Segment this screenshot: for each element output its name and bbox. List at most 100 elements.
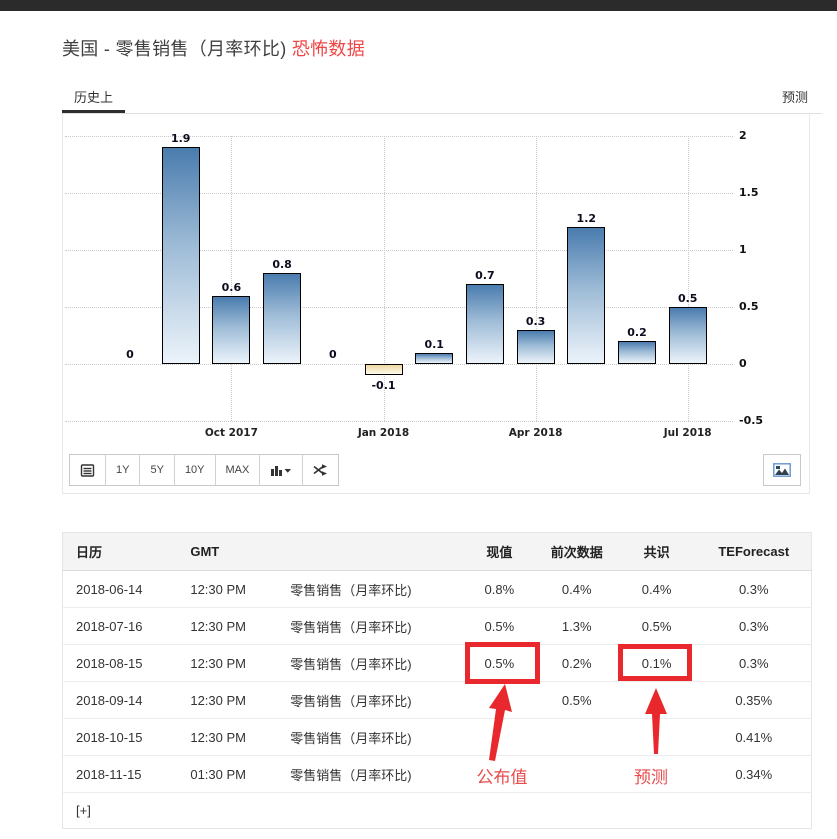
cell-teforecast: 0.3% — [697, 645, 812, 682]
cell-date: 2018-11-15 — [63, 756, 178, 793]
cell-date: 2018-08-15 — [63, 645, 178, 682]
bar — [618, 341, 656, 364]
y-axis-tick-label: 1.5 — [739, 186, 759, 199]
shuffle-icon — [313, 463, 328, 477]
cell-actual: 0.5% — [462, 608, 537, 645]
bar — [162, 147, 200, 364]
cell-previous: 0.2% — [537, 645, 617, 682]
bar-value-label: 0 — [308, 348, 358, 361]
range-button-1y[interactable]: 1Y — [106, 455, 140, 485]
cell-consensus — [617, 682, 697, 719]
header-col-teforecast: TEForecast — [697, 533, 812, 571]
x-gridline — [688, 136, 689, 421]
cell-previous: 0.5% — [537, 682, 617, 719]
range-button-5y[interactable]: 5Y — [140, 455, 174, 485]
bar-value-label: 1.9 — [156, 132, 206, 145]
table-row: 2018-10-1512:30 PM零售销售（月率环比)0.41% — [63, 719, 812, 756]
chart-toolbar: 1Y 5Y 10Y MAX — [69, 454, 339, 486]
chart-type-button[interactable] — [260, 455, 303, 485]
compare-button[interactable] — [303, 455, 338, 485]
header-col-actual: 现值 — [462, 533, 537, 571]
bar-value-label: 0.7 — [460, 269, 510, 282]
bar-value-label: 0.8 — [257, 258, 307, 271]
cell-event: 零售销售（月率环比) — [277, 719, 462, 756]
tab-bar: 历史上 预测 — [62, 81, 822, 114]
bar — [365, 364, 403, 375]
bar-value-label: 0 — [105, 348, 155, 361]
table-row: 2018-09-1412:30 PM零售销售（月率环比)0.5%0.35% — [63, 682, 812, 719]
header-col-consensus: 共识 — [617, 533, 697, 571]
cell-previous — [537, 719, 617, 756]
calendar-table-section: 日历GMT现值前次数据共识TEForecast 2018-06-1412:30 … — [62, 532, 812, 829]
cell-date: 2018-06-14 — [63, 571, 178, 608]
bar-value-label: 0.6 — [206, 281, 256, 294]
cell-previous: 0.4% — [537, 571, 617, 608]
cell-teforecast: 0.35% — [697, 682, 812, 719]
bar — [212, 296, 250, 364]
cell-gmt: 12:30 PM — [177, 571, 277, 608]
calendar-icon[interactable] — [70, 455, 106, 485]
y-axis-tick-label: 1 — [739, 243, 747, 256]
cell-previous: 1.3% — [537, 608, 617, 645]
chart-panel: 21.510.50-0.5Oct 2017Jan 2018Apr 2018Jul… — [62, 114, 810, 494]
table-row: 2018-07-1612:30 PM零售销售（月率环比)0.5%1.3%0.5%… — [63, 608, 812, 645]
bar-chart-dropdown-icon — [270, 463, 292, 477]
y-axis-tick-label: 0 — [739, 357, 747, 370]
page-title-highlight: 恐怖数据 — [292, 39, 365, 59]
y-gridline — [65, 421, 733, 422]
bar-value-label: 0.2 — [612, 326, 662, 339]
cell-event: 零售销售（月率环比) — [277, 756, 462, 793]
cell-consensus — [617, 719, 697, 756]
tab-forecast[interactable]: 预测 — [770, 81, 822, 113]
header-col-event — [277, 533, 462, 571]
cell-event: 零售销售（月率环比) — [277, 645, 462, 682]
annotation-announced-label: 公布值 — [447, 763, 557, 788]
page-title-main: 美国 - 零售销售（月率环比) — [62, 39, 287, 59]
bar-value-label: -0.1 — [359, 379, 409, 392]
image-export-icon — [773, 463, 791, 477]
x-gridline — [231, 136, 232, 421]
table-row: 2018-06-1412:30 PM零售销售（月率环比)0.8%0.4%0.4%… — [63, 571, 812, 608]
highlight-box-consensus — [618, 644, 692, 681]
bar-value-label: 0.1 — [409, 338, 459, 351]
table-footer-row: [+] — [63, 793, 812, 829]
cell-event: 零售销售（月率环比) — [277, 682, 462, 719]
y-axis-tick-label: -0.5 — [739, 414, 763, 427]
top-black-bar — [0, 0, 837, 11]
cell-teforecast: 0.41% — [697, 719, 812, 756]
cell-teforecast: 0.34% — [697, 756, 812, 793]
bar — [263, 273, 301, 364]
cell-event: 零售销售（月率环比) — [277, 608, 462, 645]
x-axis-tick-label: Jul 2018 — [643, 427, 733, 439]
x-gridline — [536, 136, 537, 421]
bar — [517, 330, 555, 364]
cell-teforecast: 0.3% — [697, 608, 812, 645]
table-header: 日历GMT现值前次数据共识TEForecast — [63, 533, 812, 571]
cell-event: 零售销售（月率环比) — [277, 571, 462, 608]
cell-gmt: 12:30 PM — [177, 608, 277, 645]
bar — [466, 284, 504, 364]
table-row: 2018-08-1512:30 PM零售销售（月率环比)0.5%0.2%0.1%… — [63, 645, 812, 682]
export-image-button[interactable] — [763, 454, 801, 486]
bar-value-label: 0.5 — [663, 292, 713, 305]
cell-teforecast: 0.3% — [697, 571, 812, 608]
y-axis-tick-label: 0.5 — [739, 300, 759, 313]
tab-history[interactable]: 历史上 — [62, 81, 125, 113]
range-button-max[interactable]: MAX — [216, 455, 261, 485]
expand-link[interactable]: [+] — [76, 803, 91, 818]
cell-gmt: 01:30 PM — [177, 756, 277, 793]
cell-consensus: 0.4% — [617, 571, 697, 608]
annotation-forecast-label: 预测 — [596, 763, 706, 788]
highlight-box-actual — [465, 642, 540, 684]
bar-value-label: 1.2 — [561, 212, 611, 225]
bar — [567, 227, 605, 364]
cell-gmt: 12:30 PM — [177, 645, 277, 682]
x-axis-tick-label: Jan 2018 — [339, 427, 429, 439]
cell-date: 2018-10-15 — [63, 719, 178, 756]
bar — [415, 353, 453, 364]
cell-date: 2018-07-16 — [63, 608, 178, 645]
cell-actual: 0.8% — [462, 571, 537, 608]
header-col-date: 日历 — [63, 533, 178, 571]
range-button-10y[interactable]: 10Y — [175, 455, 216, 485]
header-col-previous: 前次数据 — [537, 533, 617, 571]
